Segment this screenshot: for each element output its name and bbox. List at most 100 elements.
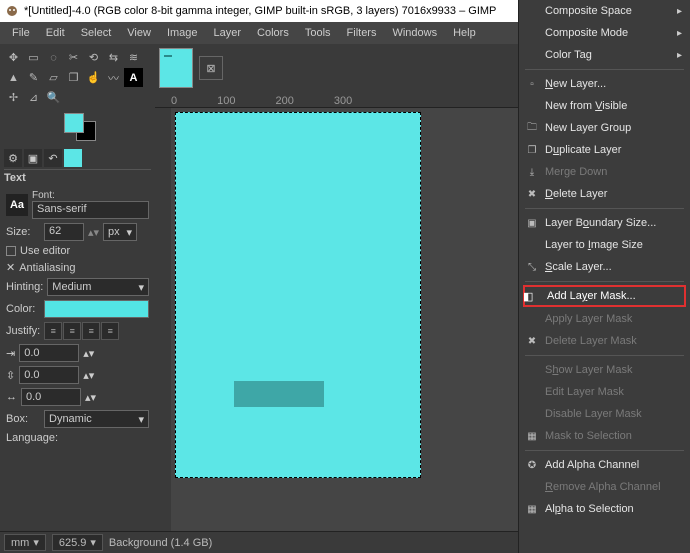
menu-layer-to-image[interactable]: Layer to Image Size	[519, 234, 690, 256]
tool-path-icon[interactable]: 〰	[104, 68, 123, 87]
menu-mask-to-selection: ▦Mask to Selection	[519, 425, 690, 447]
use-editor-label: Use editor	[20, 245, 70, 257]
selection-icon: ▦	[525, 429, 539, 443]
antialias-checkbox[interactable]: ✕	[6, 261, 15, 274]
menu-composite-space[interactable]: Composite Space	[519, 0, 690, 22]
justify-label: Justify:	[6, 325, 40, 337]
menu-image[interactable]: Image	[161, 25, 204, 41]
menu-add-layer-mask[interactable]: ◧Add Layer Mask...	[523, 285, 686, 307]
tool-pencil-icon[interactable]: ✎	[24, 68, 43, 87]
justify-buttons[interactable]: ≡ ≡ ≡ ≡	[44, 322, 119, 340]
panel-title: Text	[4, 172, 151, 184]
indent-icon: ⇥	[6, 347, 15, 360]
menu-new-from-visible[interactable]: New from Visible	[519, 95, 690, 117]
menu-new-group[interactable]: 🗀New Layer Group	[519, 117, 690, 139]
menu-scale-layer[interactable]: ⤡Scale Layer...	[519, 256, 690, 278]
options-tab-icon[interactable]: ⚙	[4, 149, 22, 167]
tool-smudge-icon[interactable]: ☝	[84, 68, 103, 87]
tool-zoom-icon[interactable]: 🔍	[44, 88, 63, 107]
tool-option-tabs[interactable]: ⚙ ▣ ↶	[4, 149, 151, 170]
artboard[interactable]	[175, 112, 421, 478]
hinting-select[interactable]: Medium▾	[47, 278, 149, 296]
menu-separator	[525, 69, 684, 70]
menu-remove-alpha: Remove Alpha Channel	[519, 476, 690, 498]
tool-clone-icon[interactable]: ❐	[64, 68, 83, 87]
menu-color-tag[interactable]: Color Tag	[519, 44, 690, 66]
mask-icon: ◧	[523, 290, 533, 303]
line-spacing-input[interactable]: 0.0	[19, 366, 79, 384]
font-input[interactable]: Sans-serif	[32, 201, 149, 219]
new-layer-icon: ▫	[525, 77, 539, 91]
text-options-panel: Aa Font: Sans-serif Size: 62 ▴▾ px▾ Use …	[4, 186, 151, 448]
layer-context-menu: Composite Space Composite Mode Color Tag…	[518, 0, 690, 553]
color-swatches[interactable]	[64, 113, 151, 141]
tool-warp-icon[interactable]: ≋	[124, 48, 143, 67]
menu-delete-layer[interactable]: ✖Delete Layer	[519, 183, 690, 205]
tool-flip-icon[interactable]: ⇆	[104, 48, 123, 67]
menu-edit[interactable]: Edit	[40, 25, 71, 41]
alpha-icon: ✪	[525, 458, 539, 472]
toolbox: ✥ ▭ ◌ ✂ ⟲ ⇆ ≋ ▲ ✎ ▱ ❐ ☝ 〰 A ✢ ⊿ 🔍 ⚙ ▣ ↶	[0, 44, 155, 531]
menu-file[interactable]: File	[6, 25, 36, 41]
size-input[interactable]: 62	[44, 223, 84, 241]
language-label: Language:	[6, 432, 149, 444]
menu-select[interactable]: Select	[75, 25, 118, 41]
hinting-label: Hinting:	[6, 281, 43, 293]
menu-tools[interactable]: Tools	[299, 25, 337, 41]
menu-layer[interactable]: Layer	[208, 25, 248, 41]
image-tab-icon[interactable]	[64, 149, 82, 167]
window-title: *[Untitled]-4.0 (RGB color 8-bit gamma i…	[24, 5, 496, 17]
tool-move-icon[interactable]: ✥	[4, 48, 23, 67]
use-editor-checkbox[interactable]	[6, 246, 16, 256]
tool-text-icon[interactable]: A	[124, 68, 143, 87]
box-select[interactable]: Dynamic▾	[44, 410, 149, 428]
menu-boundary-size[interactable]: ▣Layer Boundary Size...	[519, 212, 690, 234]
size-label: Size:	[6, 226, 40, 238]
menu-separator	[525, 355, 684, 356]
justify-fill-icon[interactable]: ≡	[101, 322, 119, 340]
justify-right-icon[interactable]: ≡	[63, 322, 81, 340]
justify-center-icon[interactable]: ≡	[82, 322, 100, 340]
indent-input[interactable]: 0.0	[19, 344, 79, 362]
app-icon	[4, 3, 20, 19]
unit-select[interactable]: mm▾	[4, 534, 46, 551]
image-thumb[interactable]	[159, 48, 193, 88]
menu-filters[interactable]: Filters	[341, 25, 383, 41]
tool-eraser-icon[interactable]: ▱	[44, 68, 63, 87]
fg-color-swatch[interactable]	[64, 113, 84, 133]
justify-left-icon[interactable]: ≡	[44, 322, 62, 340]
tool-free-select-icon[interactable]: ◌	[44, 48, 63, 67]
ruler-tick: 200	[275, 95, 293, 107]
menu-composite-mode[interactable]: Composite Mode	[519, 22, 690, 44]
menu-view[interactable]: View	[121, 25, 157, 41]
color-label: Color:	[6, 303, 40, 315]
ruler-vertical	[155, 108, 171, 531]
delete-mask-icon: ✖	[525, 334, 539, 348]
scale-icon: ⤡	[525, 260, 539, 274]
tool-bucket-icon[interactable]: ▲	[4, 68, 23, 87]
zoom-select[interactable]: 625.9▾	[52, 534, 103, 551]
font-icon: Aa	[6, 194, 28, 216]
tool-rotate-icon[interactable]: ⟲	[84, 48, 103, 67]
menu-alpha-to-selection[interactable]: ▦Alpha to Selection	[519, 498, 690, 520]
menu-windows[interactable]: Windows	[386, 25, 443, 41]
history-tab-icon[interactable]: ↶	[44, 149, 62, 167]
antialias-label: Antialiasing	[19, 262, 75, 274]
tool-crop-icon[interactable]: ✂	[64, 48, 83, 67]
size-unit-select[interactable]: px▾	[103, 223, 137, 241]
letter-spacing-input[interactable]: 0.0	[21, 388, 81, 406]
menu-add-alpha[interactable]: ✪Add Alpha Channel	[519, 454, 690, 476]
device-tab-icon[interactable]: ▣	[24, 149, 42, 167]
text-color-box[interactable]	[44, 300, 149, 318]
tool-measure-icon[interactable]: ⊿	[24, 88, 43, 107]
menu-duplicate-layer[interactable]: ❐Duplicate Layer	[519, 139, 690, 161]
alpha-sel-icon: ▦	[525, 502, 539, 516]
tool-rect-select-icon[interactable]: ▭	[24, 48, 43, 67]
menu-colors[interactable]: Colors	[251, 25, 295, 41]
ruler-tick: 100	[217, 95, 235, 107]
close-image-icon[interactable]: ⊠	[199, 56, 223, 80]
menu-new-layer[interactable]: ▫New Layer...	[519, 73, 690, 95]
ruler-tick: 0	[171, 95, 177, 107]
tool-picker-icon[interactable]: ✢	[4, 88, 23, 107]
menu-help[interactable]: Help	[447, 25, 482, 41]
